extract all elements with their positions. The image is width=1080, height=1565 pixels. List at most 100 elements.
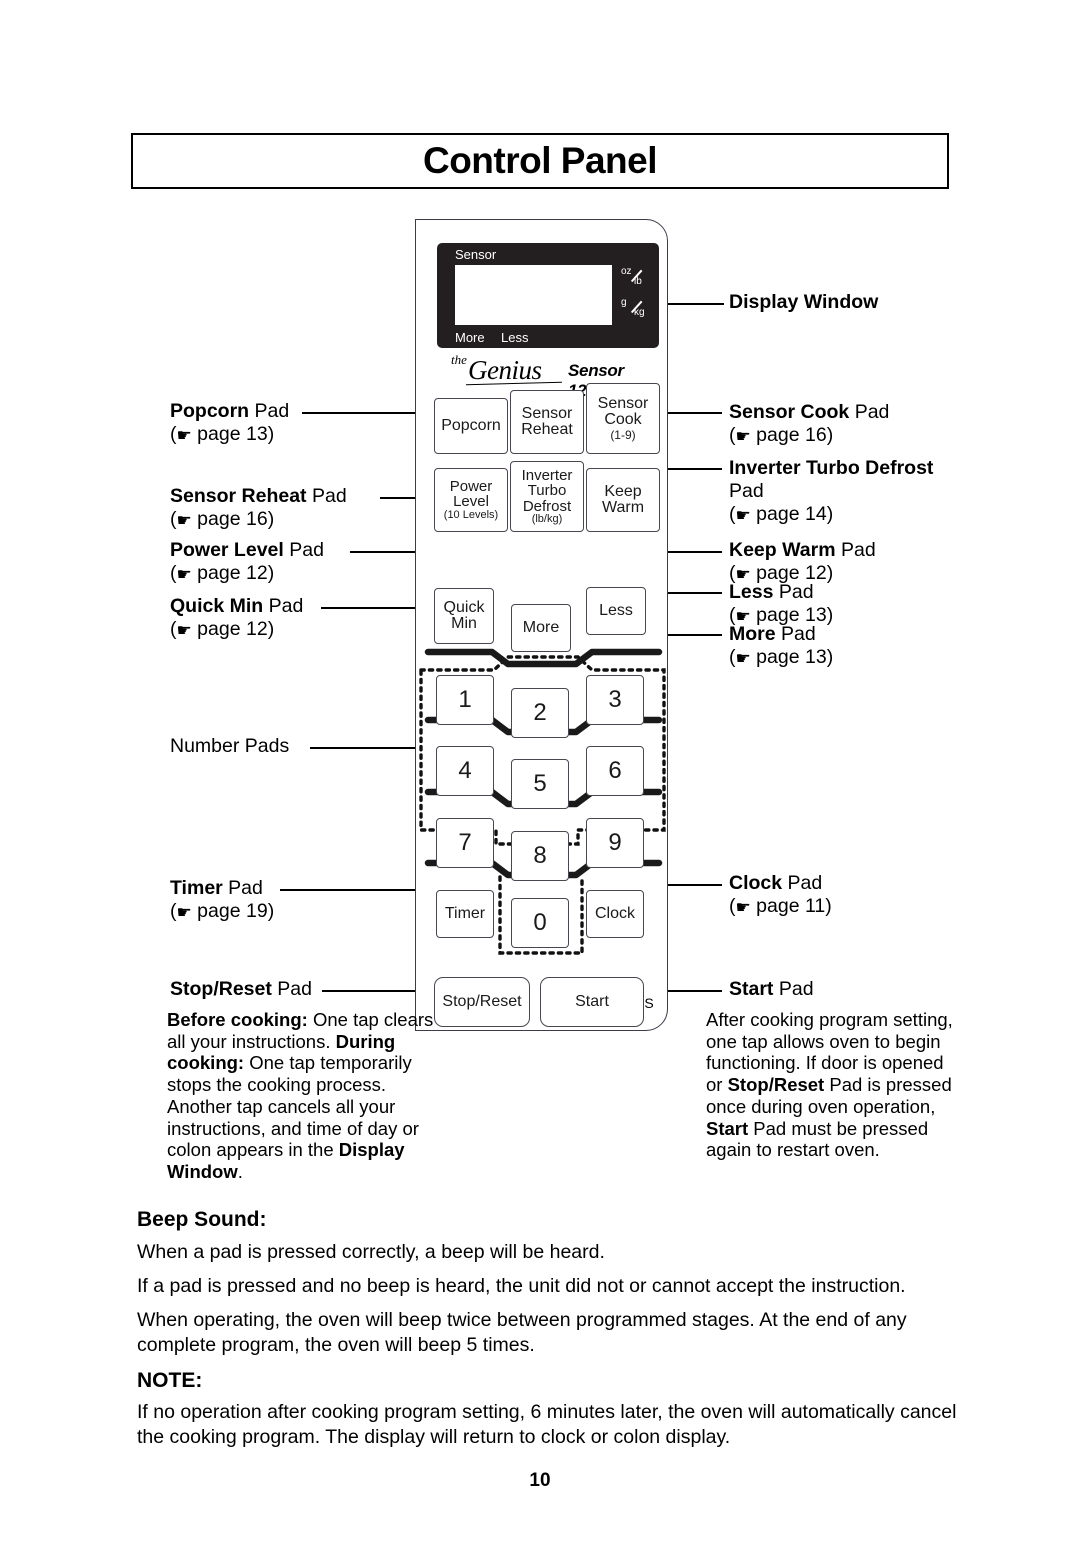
pad-number-9[interactable]: 9 xyxy=(586,818,644,868)
pad-sensor-reheat-line1: Sensor xyxy=(521,404,573,422)
stop-reset-description: Before cooking: One tap clears all your … xyxy=(167,1009,434,1183)
pad-sensor-cook-line2: Cook xyxy=(604,411,642,429)
pointing-hand-icon: ☛ xyxy=(735,506,751,526)
callout-quick-min-name: Quick Min xyxy=(170,595,264,617)
pad-popcorn-label: Popcorn xyxy=(441,416,501,434)
pad-inverter-turbo-defrost[interactable]: Inverter Turbo Defrost (lb/kg) xyxy=(510,461,584,532)
callout-power-level-page: (☛ page 12) xyxy=(170,562,275,585)
stop-reset-before-label: Before cooking: xyxy=(167,1009,308,1030)
pad-number-7[interactable]: 7 xyxy=(436,818,494,868)
pad-quick-min[interactable]: Quick Min xyxy=(434,588,494,644)
pointing-hand-icon: ☛ xyxy=(735,427,751,447)
pad-number-1[interactable]: 1 xyxy=(436,675,494,725)
pad-number-7-label: 7 xyxy=(458,828,472,856)
pad-less[interactable]: Less xyxy=(586,587,646,635)
pad-less-label: Less xyxy=(599,601,633,619)
display-less-indicator: Less xyxy=(501,330,529,345)
callout-less-name: Less xyxy=(729,581,774,603)
pad-number-4[interactable]: 4 xyxy=(436,746,494,796)
callout-start-name: Start xyxy=(729,978,774,1000)
beep-sound-line-1: When a pad is pressed correctly, a beep … xyxy=(137,1241,605,1263)
beep-sound-line-2: If a pad is pressed and no beep is heard… xyxy=(137,1275,906,1297)
pad-number-6-label: 6 xyxy=(608,756,622,784)
callout-less: Less Pad (☛ page 13) xyxy=(729,581,834,627)
pad-start[interactable]: Start xyxy=(540,977,644,1027)
callout-timer-name: Timer xyxy=(170,877,223,899)
pad-sensor-reheat[interactable]: Sensor Reheat xyxy=(510,390,584,454)
pad-power-level-sub: (10 Levels) xyxy=(443,508,499,521)
pad-number-2-label: 2 xyxy=(533,698,547,726)
pad-quick-min-line2: Min xyxy=(451,615,477,632)
note-text: If no operation after cooking program se… xyxy=(137,1401,957,1449)
pointing-hand-icon: ☛ xyxy=(176,426,192,446)
note-heading: NOTE: xyxy=(137,1369,203,1392)
callout-sensor-reheat-page: (☛ page 16) xyxy=(170,508,275,531)
pointing-hand-icon: ☛ xyxy=(176,511,192,531)
pointing-hand-icon: ☛ xyxy=(176,903,192,923)
brand-logo: the Genius Sensor 1250W xyxy=(430,352,655,400)
callout-quick-min-page: (☛ page 12) xyxy=(170,618,275,641)
callout-power-level-name: Power Level xyxy=(170,539,284,561)
display-screen xyxy=(455,265,612,325)
page-number: 10 xyxy=(529,1470,551,1491)
pad-sensor-cook-line1: Sensor xyxy=(597,395,649,413)
callout-sensor-reheat: Sensor Reheat Pad (☛ page 16) xyxy=(170,485,347,531)
pad-number-0[interactable]: 0 xyxy=(511,898,569,948)
callout-quick-min: Quick Min Pad (☛ page 12) xyxy=(170,595,304,641)
callout-display-window-name: Display Window xyxy=(729,291,879,313)
callout-stop-reset-name: Stop/Reset xyxy=(170,978,272,1000)
pad-popcorn[interactable]: Popcorn xyxy=(434,398,508,454)
display-sensor-label: Sensor xyxy=(455,247,497,262)
pad-number-6[interactable]: 6 xyxy=(586,746,644,796)
pad-keep-warm-line2: Warm xyxy=(601,499,645,516)
pad-sensor-cook[interactable]: Sensor Cook (1-9) xyxy=(586,383,660,454)
display-unit-g-kg: g kg xyxy=(620,298,654,318)
pad-inverter-line3: Defrost xyxy=(522,497,572,515)
callout-timer: Timer Pad (☛ page 19) xyxy=(170,877,275,923)
pad-inverter-sub: (lb/kg) xyxy=(531,512,563,525)
pad-number-2[interactable]: 2 xyxy=(511,688,569,738)
pad-number-4-label: 4 xyxy=(458,756,472,784)
pad-start-label: Start xyxy=(575,992,609,1010)
pad-number-5-label: 5 xyxy=(533,769,547,797)
pad-clock[interactable]: Clock xyxy=(586,890,644,938)
pointing-hand-icon: ☛ xyxy=(735,649,751,669)
callout-start: Start Pad xyxy=(729,978,814,1000)
callout-popcorn-name: Popcorn xyxy=(170,400,250,422)
callout-popcorn: Popcorn Pad (☛ page 13) xyxy=(170,400,289,446)
display-window: Sensor More Less oz lb g kg xyxy=(437,243,659,348)
beep-sound-line-3: When operating, the oven will beep twice… xyxy=(137,1309,907,1357)
pad-number-5[interactable]: 5 xyxy=(511,759,569,809)
callout-display-window: Display Window xyxy=(729,291,878,314)
pad-more[interactable]: More xyxy=(511,604,571,652)
callout-inverter-page: (☛ page 14) xyxy=(729,503,834,526)
unit-kg: kg xyxy=(634,307,645,318)
pad-timer[interactable]: Timer xyxy=(436,890,494,938)
pad-stop-reset[interactable]: Stop/Reset xyxy=(434,977,530,1027)
pad-keep-warm-label: Keep Warm xyxy=(601,483,645,517)
pad-inverter-label: Inverter Turbo Defrost (lb/kg) xyxy=(522,468,573,525)
callout-sensor-cook: Sensor Cook Pad (☛ page 16) xyxy=(729,401,890,447)
pad-power-level-line2: Level xyxy=(453,493,489,511)
pad-number-8[interactable]: 8 xyxy=(511,831,569,881)
brand-genius: Genius xyxy=(468,355,542,385)
start-description: After cooking program setting, one tap a… xyxy=(706,1009,956,1161)
pad-number-3[interactable]: 3 xyxy=(586,675,644,725)
pad-number-9-label: 9 xyxy=(608,828,622,856)
start-stop-reset-ref: Stop/Reset xyxy=(727,1074,825,1096)
page-title: Control Panel xyxy=(422,140,658,181)
pad-keep-warm[interactable]: Keep Warm xyxy=(586,468,660,532)
pad-timer-label: Timer xyxy=(444,904,486,922)
pad-sensor-reheat-line2: Reheat xyxy=(521,421,573,438)
pointing-hand-icon: ☛ xyxy=(176,621,192,641)
callout-sensor-cook-name: Sensor Cook xyxy=(729,401,850,423)
callout-number-pads-name: Number Pads xyxy=(170,735,290,757)
pad-power-level[interactable]: Power Level (10 Levels) xyxy=(434,468,508,532)
display-unit-oz-lb: oz lb xyxy=(620,267,654,287)
callout-sensor-reheat-name: Sensor Reheat xyxy=(170,485,307,507)
page-title-box: Control Panel xyxy=(131,133,949,189)
callout-more-page: (☛ page 13) xyxy=(729,646,834,669)
pointing-hand-icon: ☛ xyxy=(735,898,751,918)
start-start-ref: Start xyxy=(706,1117,749,1139)
callout-number-pads: Number Pads xyxy=(170,735,289,758)
